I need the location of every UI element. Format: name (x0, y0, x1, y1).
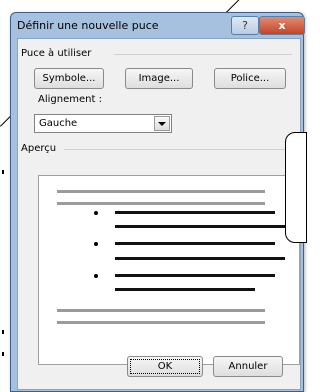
preview-text-line (115, 225, 285, 228)
screenshot: Définir une nouvelle puce ? x Puce à uti… (0, 0, 307, 392)
preview-text-line (115, 288, 255, 291)
symbol-button[interactable]: Symbole... (34, 68, 104, 89)
preview-text-line (115, 257, 285, 260)
group-separator (114, 54, 292, 55)
preview-gray-line (57, 321, 265, 324)
preview-gray-line (57, 190, 265, 193)
preview-gray-line (57, 309, 265, 312)
title-bar: Définir une nouvelle puce ? x (11, 13, 305, 37)
group-separator (64, 149, 292, 150)
preview-label: Aperçu (21, 143, 57, 154)
margin-mark (2, 330, 4, 334)
preview-text-line (115, 211, 275, 214)
help-button[interactable]: ? (231, 16, 259, 35)
preview-gray-line (57, 202, 265, 205)
cancel-button[interactable]: Annuler (213, 356, 283, 377)
ok-button[interactable]: OK (127, 356, 203, 377)
bullet-section-label: Puce à utiliser (21, 48, 92, 59)
margin-mark (2, 352, 4, 356)
callout-bubble (285, 132, 307, 243)
preview-pane (38, 175, 300, 365)
bullet-dot-icon (94, 242, 98, 246)
preview-text-line (115, 274, 275, 277)
alignment-select[interactable]: Gauche (34, 114, 172, 133)
preview-text-line (115, 242, 275, 245)
alignment-label: Alignement : (38, 94, 102, 105)
image-button[interactable]: Image... (125, 68, 193, 89)
close-button[interactable]: x (259, 16, 305, 35)
dialog-title: Définir une nouvelle puce (17, 19, 159, 32)
bullet-dot-icon (94, 274, 98, 278)
bullet-dot-icon (94, 211, 98, 215)
alignment-value: Gauche (39, 118, 78, 129)
font-button[interactable]: Police... (214, 68, 286, 89)
chevron-down-icon[interactable] (154, 116, 170, 131)
margin-mark (2, 170, 4, 174)
